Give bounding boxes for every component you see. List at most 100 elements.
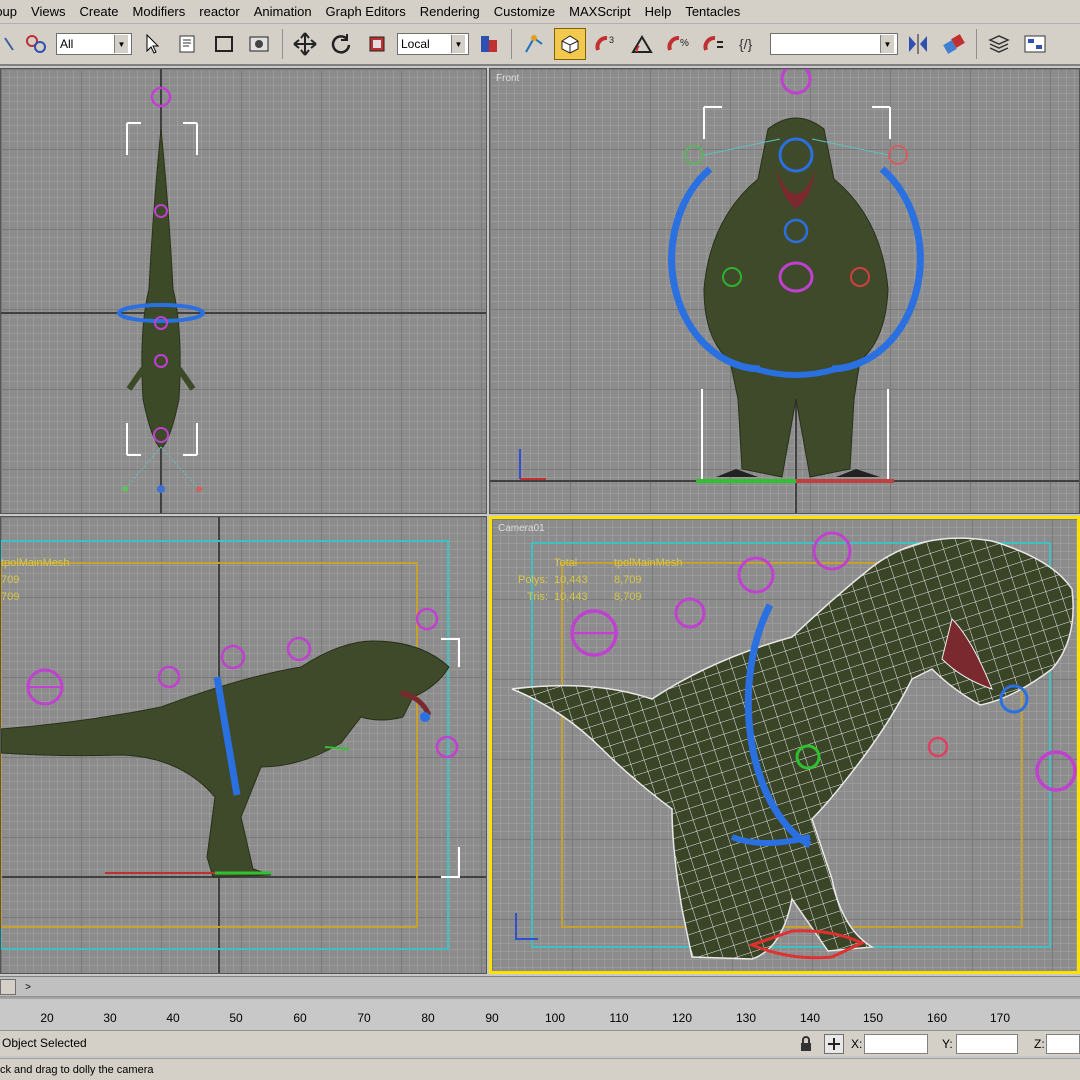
stats-tris-mesh: 8,709 — [614, 591, 642, 603]
selection-filter-dropdown[interactable]: All ▼ — [56, 33, 132, 55]
track-tick-label: 30 — [103, 1011, 117, 1025]
select-by-name-icon[interactable] — [172, 28, 204, 60]
track-tick-label: 60 — [293, 1011, 307, 1025]
track-tick-label: 50 — [229, 1011, 243, 1025]
align-icon[interactable] — [938, 28, 970, 60]
left-view-scene — [1, 517, 486, 973]
status-bar: Object Selected X: Y: Z: — [0, 1030, 1080, 1056]
time-slider-next-arrow[interactable]: > — [22, 979, 34, 995]
track-tick-label: 150 — [862, 1011, 884, 1025]
absolute-mode-icon[interactable] — [824, 1034, 844, 1054]
menu-reactor[interactable]: reactor — [192, 0, 246, 24]
menu-views[interactable]: Views — [24, 0, 72, 24]
mirror-icon[interactable] — [902, 28, 934, 60]
viewport-label[interactable]: Camera01 — [498, 523, 545, 534]
select-object-icon[interactable] — [136, 28, 168, 60]
bind-to-space-warp-icon[interactable] — [20, 28, 52, 60]
x-label: X: — [851, 1037, 863, 1051]
toolbar-divider — [976, 29, 977, 59]
viewport-label[interactable]: Front — [496, 73, 519, 84]
selection-lock-icon[interactable] — [798, 1035, 814, 1058]
reference-coordinate-dropdown[interactable]: Local ▼ — [397, 33, 469, 55]
stats-mesh-header: tpolMainMesh — [1, 557, 70, 569]
stats-tris-label: Tris: — [527, 591, 548, 603]
track-tick-label: 70 — [357, 1011, 371, 1025]
time-slider[interactable]: > — [0, 976, 1080, 996]
time-slider-thumb[interactable] — [0, 979, 16, 995]
select-and-manipulate-icon[interactable] — [518, 28, 550, 60]
toolbar-divider — [282, 29, 283, 59]
track-tick-label: 20 — [40, 1011, 54, 1025]
main-toolbar: All ▼ Local ▼ 3 % {/} ▼ — [0, 24, 1080, 66]
move-icon[interactable] — [289, 28, 321, 60]
menu-animation[interactable]: Animation — [247, 0, 319, 24]
link-icon[interactable] — [2, 28, 16, 60]
menu-bar: roup Views Create Modifiers reactor Anim… — [0, 0, 1080, 24]
z-coordinate-field[interactable] — [1046, 1034, 1080, 1054]
menu-customize[interactable]: Customize — [487, 0, 562, 24]
stats-row-polys: 709 — [1, 574, 20, 586]
stats-tris-total: 10,443 — [554, 591, 588, 603]
menu-rendering[interactable]: Rendering — [413, 0, 487, 24]
selection-filter-value: All — [60, 37, 74, 51]
menu-create[interactable]: Create — [72, 0, 125, 24]
x-coordinate-field[interactable] — [864, 1034, 928, 1054]
prompt-line: ck and drag to dolly the camera — [0, 1058, 1080, 1080]
menu-group[interactable]: roup — [0, 0, 24, 24]
stats-polys-label: Polys: — [518, 574, 548, 586]
front-view-scene — [490, 69, 1079, 513]
track-tick-label: 90 — [485, 1011, 499, 1025]
track-bar[interactable]: 20 30 40 50 60 70 80 90 100 110 120 130 … — [0, 996, 1080, 1030]
track-tick-label: 110 — [609, 1011, 629, 1025]
rotate-icon[interactable] — [325, 28, 357, 60]
pivot-center-icon[interactable] — [473, 28, 505, 60]
track-tick-label: 120 — [671, 1011, 693, 1025]
y-label: Y: — [942, 1037, 953, 1051]
viewport-statistics: tpolMainMesh 709 709 — [1, 555, 69, 606]
stats-polys-total: 10,443 — [554, 574, 588, 586]
menu-help[interactable]: Help — [638, 0, 679, 24]
chevron-down-icon: ▼ — [880, 35, 894, 53]
track-tick-label: 140 — [799, 1011, 821, 1025]
edit-named-selection-icon[interactable]: {/} — [734, 28, 766, 60]
spinner-snap-icon[interactable] — [698, 28, 730, 60]
3dsmax-window: roup Views Create Modifiers reactor Anim… — [0, 0, 1080, 1080]
svg-text:%: % — [680, 38, 689, 49]
stats-col-total: Total — [554, 557, 578, 569]
svg-text:3: 3 — [609, 35, 614, 45]
viewport-left[interactable]: tpolMainMesh 709 709 — [0, 516, 487, 974]
layer-manager-icon[interactable] — [983, 28, 1015, 60]
menu-tentacles[interactable]: Tentacles — [678, 0, 747, 24]
menu-modifiers[interactable]: Modifiers — [126, 0, 193, 24]
y-coordinate-field[interactable] — [956, 1034, 1018, 1054]
track-tick-label: 130 — [735, 1011, 757, 1025]
window-crossing-icon[interactable] — [244, 28, 276, 60]
viewport-front[interactable]: Front — [489, 68, 1080, 514]
track-tick-label: 80 — [421, 1011, 435, 1025]
scale-icon[interactable] — [361, 28, 393, 60]
reference-coordinate-value: Local — [401, 37, 430, 51]
stats-polys-mesh: 8,709 — [614, 574, 642, 586]
angle-snap-toggle-icon[interactable] — [626, 28, 658, 60]
z-label: Z: — [1034, 1037, 1045, 1051]
rectangular-selection-icon[interactable] — [208, 28, 240, 60]
top-view-scene — [1, 69, 486, 513]
stats-col-mesh: tpolMainMesh — [614, 557, 683, 569]
viewport-statistics: Total tpolMainMesh Polys: 10,443 8,709 T… — [492, 555, 682, 606]
chevron-down-icon: ▼ — [451, 35, 465, 53]
snap-toggle-icon[interactable] — [554, 28, 586, 60]
viewport-top[interactable] — [0, 68, 487, 514]
chevron-down-icon: ▼ — [114, 35, 128, 53]
stats-row-tris: 709 — [1, 591, 20, 603]
track-tick-label: 100 — [544, 1011, 566, 1025]
menu-maxscript[interactable]: MAXScript — [562, 0, 637, 24]
track-tick-label: 40 — [166, 1011, 180, 1025]
viewport-camera[interactable]: Camera01 Total tpolMainMesh Polys: 10,44… — [489, 516, 1080, 974]
prompt-text: ck and drag to dolly the camera — [0, 1064, 154, 1076]
toolbar-divider — [511, 29, 512, 59]
schematic-view-icon[interactable] — [1019, 28, 1051, 60]
percent-snap-icon[interactable]: % — [662, 28, 694, 60]
angle-snap-icon[interactable]: 3 — [590, 28, 622, 60]
menu-graph-editors[interactable]: Graph Editors — [319, 0, 413, 24]
named-selection-dropdown[interactable]: ▼ — [770, 33, 898, 55]
